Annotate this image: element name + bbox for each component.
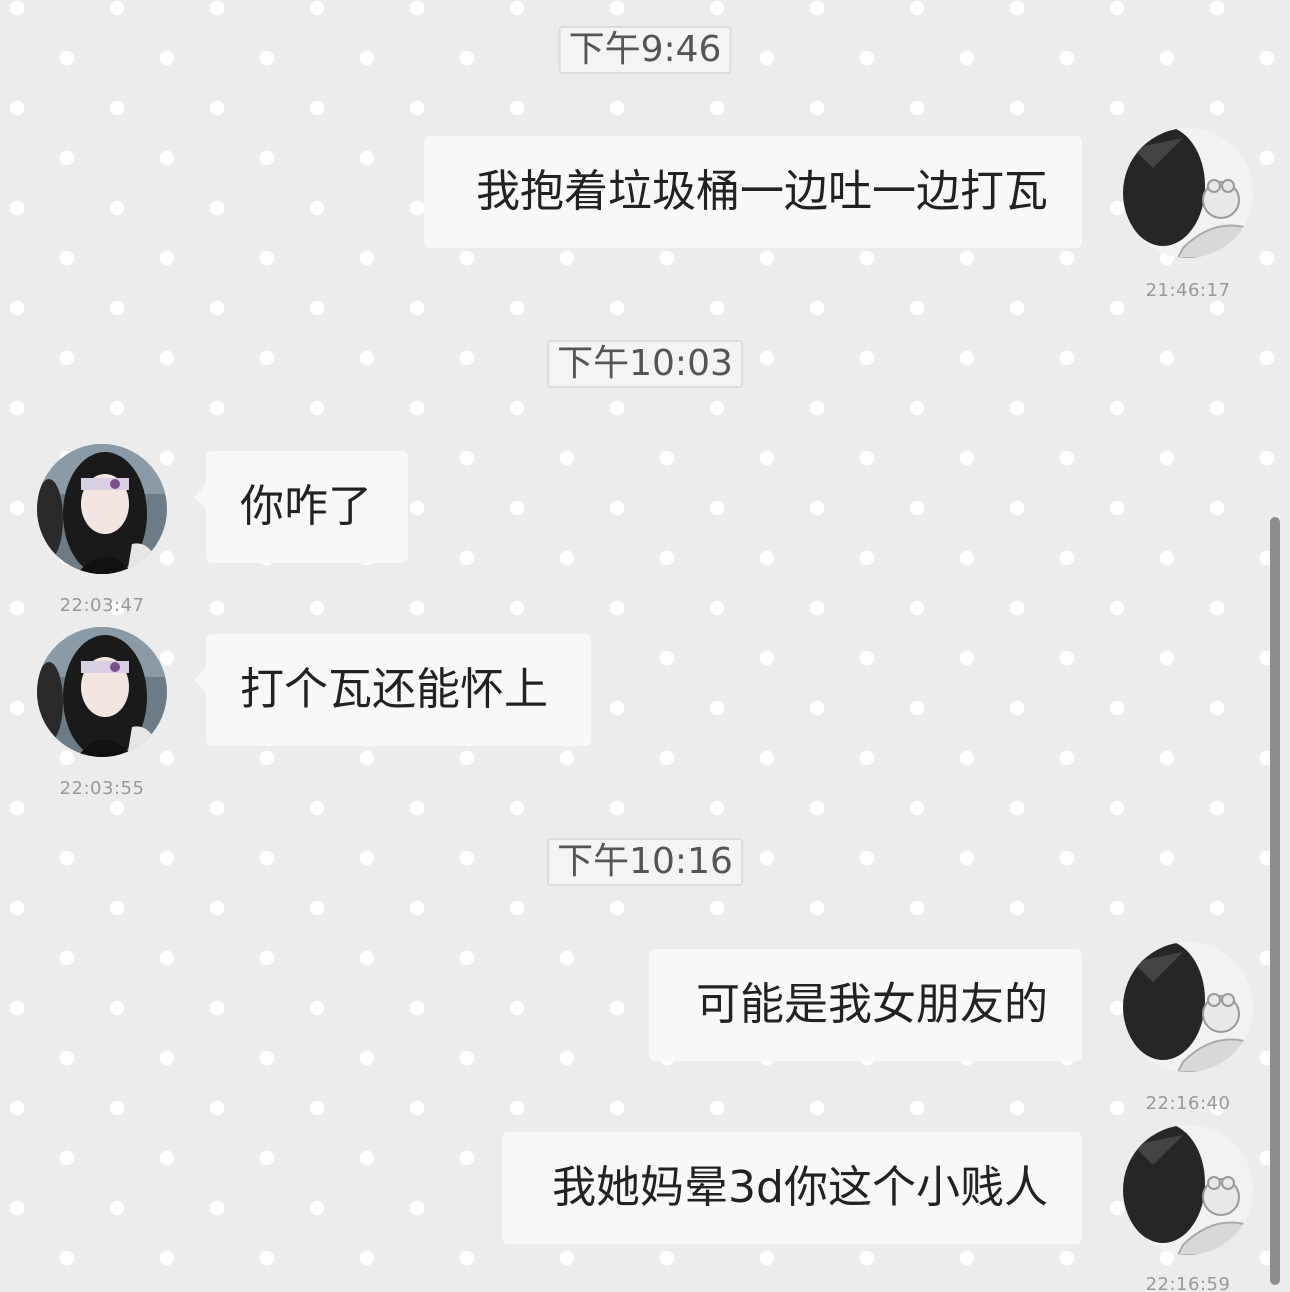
message-timestamp: 22:03:55 bbox=[59, 778, 145, 799]
my-avatar[interactable] bbox=[1123, 942, 1253, 1072]
message-timestamp: 22:16:59 bbox=[1145, 1274, 1231, 1292]
message-bubble[interactable]: 打个瓦还能怀上 bbox=[194, 634, 591, 746]
message-bubble[interactable]: 我抱着垃圾桶一边吐一边打瓦 bbox=[424, 136, 1082, 248]
time-divider: 下午10:03 bbox=[547, 340, 743, 388]
message-bubble[interactable]: 我她妈晕3d你这个小贱人 bbox=[502, 1132, 1082, 1244]
message-bubble[interactable]: 可能是我女朋友的 bbox=[649, 949, 1082, 1061]
message-bubble[interactable]: 你咋了 bbox=[194, 451, 408, 563]
time-divider: 下午10:16 bbox=[547, 838, 743, 886]
my-avatar[interactable] bbox=[1123, 1125, 1253, 1255]
scrollbar-thumb[interactable] bbox=[1270, 517, 1280, 1285]
my-avatar[interactable] bbox=[1123, 128, 1253, 258]
message-timestamp: 22:03:47 bbox=[59, 595, 145, 616]
avatar-image-icon bbox=[1123, 942, 1253, 1072]
avatar-image-icon bbox=[37, 627, 167, 757]
contact-avatar[interactable] bbox=[37, 627, 167, 757]
avatar-image-icon bbox=[37, 444, 167, 574]
contact-avatar[interactable] bbox=[37, 444, 167, 574]
avatar-image-icon bbox=[1123, 128, 1253, 258]
message-timestamp: 22:16:40 bbox=[1145, 1093, 1231, 1114]
message-timestamp: 21:46:17 bbox=[1145, 280, 1231, 301]
time-divider: 下午9:46 bbox=[558, 26, 732, 74]
avatar-image-icon bbox=[1123, 1125, 1253, 1255]
